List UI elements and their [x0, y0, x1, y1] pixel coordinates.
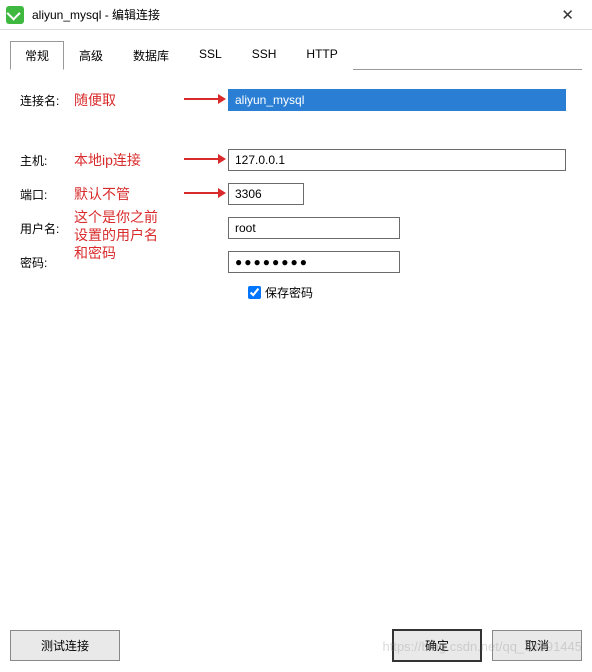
- annotation-host: 本地ip连接: [74, 152, 141, 168]
- label-password: 密码:: [20, 254, 74, 271]
- test-connection-button[interactable]: 测试连接: [10, 630, 120, 661]
- label-user: 用户名:: [20, 220, 74, 237]
- title-bar: aliyun_mysql - 编辑连接 ✕: [0, 0, 592, 30]
- ok-button[interactable]: 确定: [392, 629, 482, 662]
- arrow-icon: [184, 93, 226, 107]
- annotation-port: 默认不管: [74, 186, 130, 202]
- row-save-password: 保存密码: [248, 284, 578, 301]
- row-user: 用户名: 这个是你之前 设置的用户名 和密码: [20, 216, 578, 240]
- arrow-icon: [184, 153, 226, 167]
- host-input[interactable]: [228, 149, 566, 171]
- tab-http[interactable]: HTTP: [291, 41, 352, 70]
- port-input[interactable]: [228, 183, 304, 205]
- tab-general[interactable]: 常规: [10, 41, 64, 70]
- tab-ssh[interactable]: SSH: [237, 41, 292, 70]
- label-port: 端口:: [20, 186, 74, 203]
- connection-name-input[interactable]: [228, 89, 566, 111]
- annotation-connection-name: 随便取: [74, 92, 116, 108]
- footer: 测试连接 确定 取消: [10, 629, 582, 662]
- form-panel: 连接名: 随便取 主机: 本地ip连接 端口: 默认不管: [0, 70, 592, 625]
- window-title: aliyun_mysql - 编辑连接: [32, 6, 160, 23]
- arrow-icon: [184, 187, 226, 201]
- label-host: 主机:: [20, 152, 74, 169]
- label-save-password: 保存密码: [265, 284, 313, 301]
- row-connection-name: 连接名: 随便取: [20, 88, 578, 112]
- tab-strip: 常规 高级 数据库 SSL SSH HTTP: [10, 40, 582, 70]
- row-port: 端口: 默认不管: [20, 182, 578, 206]
- cancel-button[interactable]: 取消: [492, 630, 582, 661]
- app-icon: [6, 6, 24, 24]
- tab-advanced[interactable]: 高级: [64, 41, 118, 70]
- tab-ssl[interactable]: SSL: [184, 41, 237, 70]
- row-host: 主机: 本地ip连接: [20, 148, 578, 172]
- password-input[interactable]: [228, 251, 400, 273]
- annotation-userpass: 这个是你之前 设置的用户名 和密码: [74, 208, 194, 263]
- label-connection-name: 连接名:: [20, 92, 74, 109]
- close-button[interactable]: ✕: [547, 4, 588, 26]
- username-input[interactable]: [228, 217, 400, 239]
- save-password-checkbox[interactable]: [248, 286, 261, 299]
- tab-database[interactable]: 数据库: [118, 41, 184, 70]
